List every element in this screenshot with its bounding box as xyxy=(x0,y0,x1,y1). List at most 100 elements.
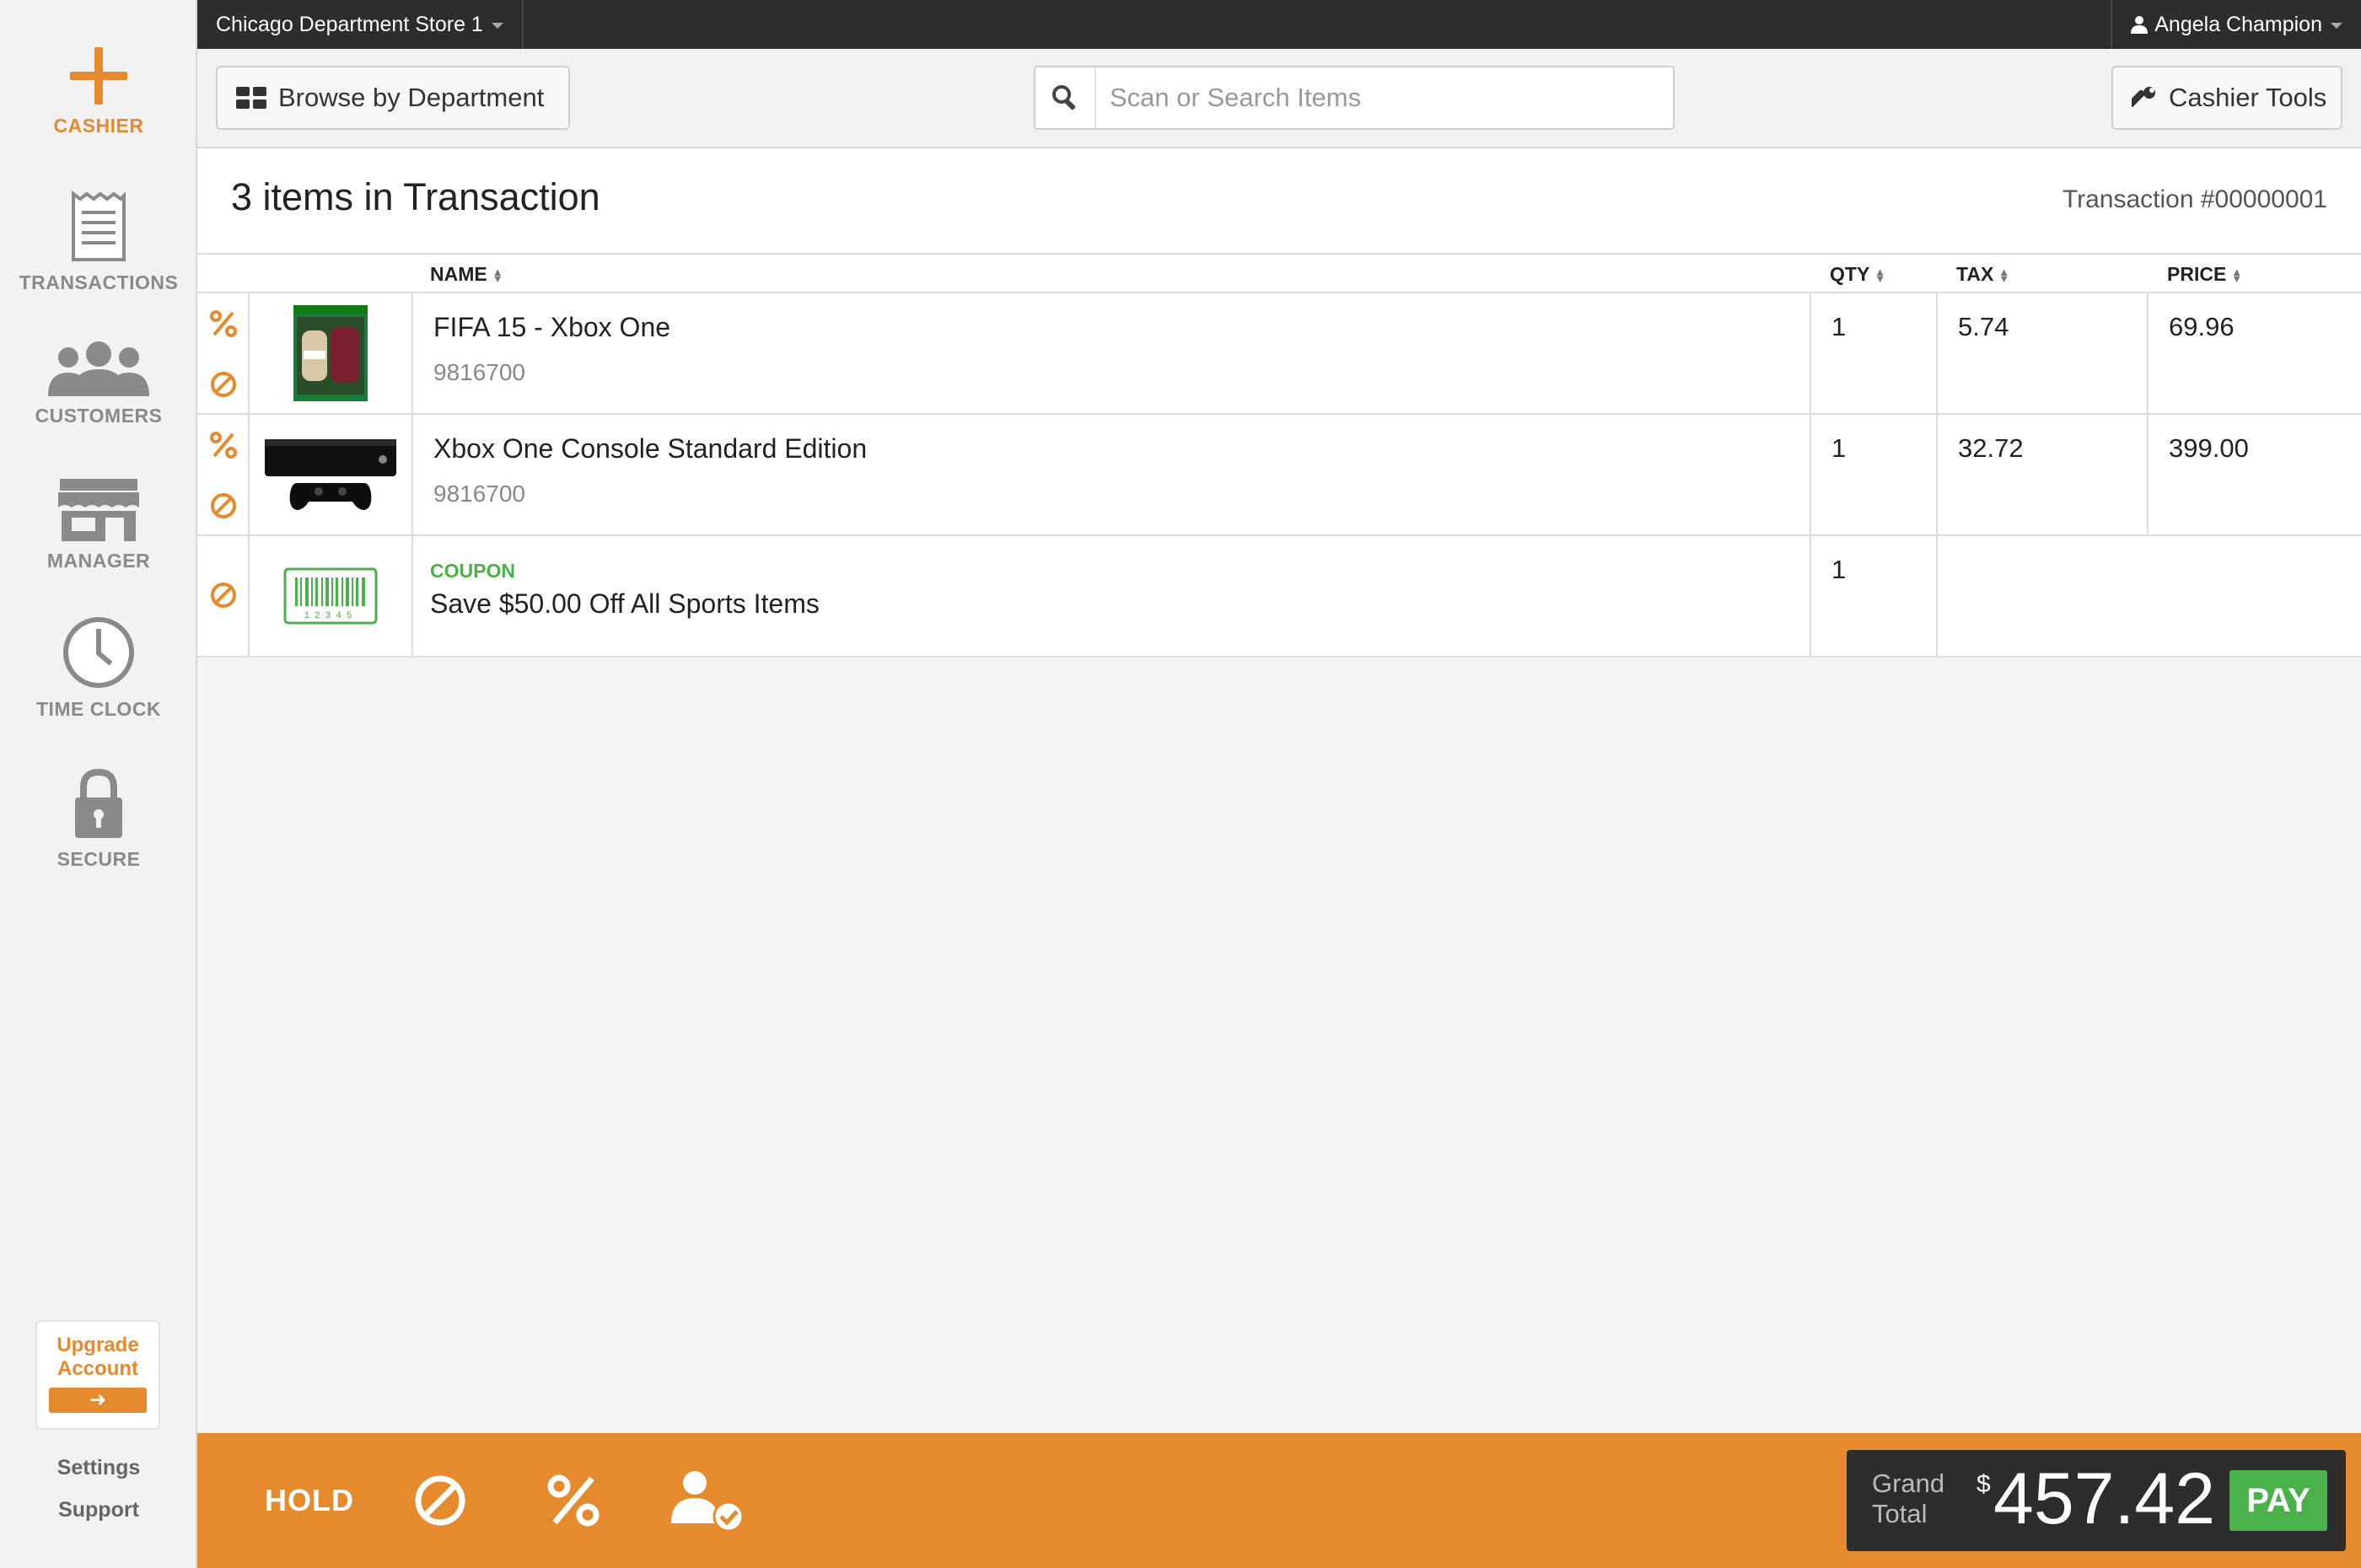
table-row[interactable]: Xbox One Console Standard Edition 981670… xyxy=(197,415,2361,536)
sidebar-item-manager[interactable]: MANAGER xyxy=(0,477,197,572)
void-icon xyxy=(415,1475,465,1526)
user-icon xyxy=(2131,16,2149,34)
chevron-down-icon xyxy=(491,22,503,29)
void-icon[interactable] xyxy=(207,489,240,523)
header-label: NAME xyxy=(430,263,487,285)
arrow-right-icon: ➜ xyxy=(49,1388,147,1413)
product-image: 12345 xyxy=(250,536,413,656)
row-actions xyxy=(197,415,250,534)
void-transaction-button[interactable] xyxy=(413,1433,467,1568)
grid-icon xyxy=(236,87,266,109)
pay-button[interactable]: PAY xyxy=(2229,1470,2327,1531)
qty-cell[interactable]: 1 xyxy=(1811,415,1938,534)
grand-label: Grand xyxy=(1872,1469,1945,1498)
grand-total-amount: 457.42 xyxy=(1993,1458,2216,1539)
sort-icon: ▲ ▼ xyxy=(2231,265,2243,285)
item-name: Save $50.00 Off All Sports Items xyxy=(430,588,820,619)
item-name: Xbox One Console Standard Edition xyxy=(433,433,868,464)
item-name-cell: COUPON Save $50.00 Off All Sports Items xyxy=(413,536,1811,656)
action-bar: HOLD Grand Total $ 457.42 PAY xyxy=(197,1433,2361,1568)
support-link[interactable]: Support xyxy=(0,1498,197,1522)
table-row[interactable]: 12345 COUPON Save $50.00 Off All Sports … xyxy=(197,536,2361,658)
sidebar-item-label: TRANSACTIONS xyxy=(19,271,179,293)
void-icon[interactable] xyxy=(207,578,240,612)
search-box xyxy=(1034,66,1675,130)
transaction-number: Transaction #00000001 xyxy=(2062,185,2327,213)
qty-cell[interactable]: 1 xyxy=(1811,536,1938,656)
currency-symbol: $ xyxy=(1976,1470,1991,1498)
item-tax: 5.74 xyxy=(1958,312,2009,341)
user-check-icon xyxy=(671,1471,745,1532)
item-name-cell: Xbox One Console Standard Edition 981670… xyxy=(413,415,1811,534)
clock-icon xyxy=(63,617,134,688)
item-qty: 1 xyxy=(1831,312,1847,341)
barcode-digits: 12345 xyxy=(304,611,357,621)
sidebar-item-time-clock[interactable]: TIME CLOCK xyxy=(0,615,197,721)
column-header-price[interactable]: PRICE ▲ ▼ xyxy=(2167,255,2242,293)
price-cell[interactable]: 69.96 xyxy=(2149,293,2361,413)
header-label: QTY xyxy=(1830,263,1870,285)
header-label: TAX xyxy=(1956,263,1994,285)
sidebar-item-transactions[interactable]: TRANSACTIONS xyxy=(0,191,197,294)
item-price: 69.96 xyxy=(2169,312,2235,341)
percent-icon[interactable] xyxy=(207,428,240,462)
item-tax: 32.72 xyxy=(1958,433,2024,463)
item-name-cell: FIFA 15 - Xbox One 9816700 xyxy=(413,293,1811,413)
grand-total-label: Grand Total xyxy=(1872,1469,1944,1529)
product-image xyxy=(250,293,413,413)
cashier-tools-label: Cashier Tools xyxy=(2169,83,2327,112)
void-icon[interactable] xyxy=(207,368,240,401)
price-cell[interactable]: 399.00 xyxy=(2149,415,2361,534)
assign-customer-button[interactable] xyxy=(670,1433,747,1568)
sidebar-item-secure[interactable]: SECURE xyxy=(0,769,197,871)
user-menu[interactable]: Angela Champion xyxy=(2111,0,2361,49)
hold-button[interactable]: HOLD xyxy=(265,1433,354,1568)
transaction-header: 3 items in Transaction Transaction #0000… xyxy=(197,148,2361,255)
cashier-tools-button[interactable]: Cashier Tools xyxy=(2111,66,2342,130)
store-icon xyxy=(58,479,139,541)
item-sku: 9816700 xyxy=(433,481,526,507)
column-header-qty[interactable]: QTY ▲ ▼ xyxy=(1830,255,1885,293)
barcode-icon: 12345 xyxy=(283,567,378,625)
tax-cell: 5.74 xyxy=(1938,293,2149,413)
header-label: PRICE xyxy=(2167,263,2227,285)
settings-link[interactable]: Settings xyxy=(0,1456,197,1480)
sidebar-item-label: MANAGER xyxy=(46,550,151,572)
browse-by-department-button[interactable]: Browse by Department xyxy=(216,66,570,130)
receipt-icon xyxy=(72,191,126,261)
sidebar-item-label: CUSTOMERS xyxy=(35,405,163,427)
qty-cell[interactable]: 1 xyxy=(1811,293,1938,413)
tax-cell: 32.72 xyxy=(1938,415,2149,534)
page-title: 3 items in Transaction xyxy=(231,175,600,218)
sidebar-item-cashier[interactable]: CASHIER xyxy=(0,46,197,137)
table-header: NAME ▲ ▼ QTY ▲ ▼ TAX ▲ ▼ PRICE ▲ ▼ xyxy=(197,255,2361,293)
lock-icon xyxy=(75,769,122,838)
transaction-panel: 3 items in Transaction Transaction #0000… xyxy=(197,148,2361,1433)
coupon-label: COUPON xyxy=(430,560,515,582)
store-selector[interactable]: Chicago Department Store 1 xyxy=(197,0,524,49)
upgrade-label-line2: Account xyxy=(57,1357,138,1380)
plus-icon xyxy=(70,47,127,105)
column-header-name[interactable]: NAME ▲ ▼ xyxy=(430,255,503,293)
total-label: Total xyxy=(1872,1499,1928,1528)
console-icon xyxy=(265,439,396,510)
percent-icon[interactable] xyxy=(207,307,240,341)
users-icon xyxy=(48,341,149,396)
percent-icon xyxy=(547,1474,600,1527)
table-row[interactable]: FIFA 15 - Xbox One 9816700 1 5.74 69.96 xyxy=(197,293,2361,415)
sidebar-item-label: TIME CLOCK xyxy=(35,698,162,720)
discount-button[interactable] xyxy=(546,1433,600,1568)
upgrade-account-button[interactable]: Upgrade Account ➜ xyxy=(35,1320,160,1430)
row-actions xyxy=(197,293,250,413)
column-header-tax[interactable]: TAX ▲ ▼ xyxy=(1956,255,2009,293)
sidebar: CASHIER TRANSACTIONS CUSTOMERS MANAGER T… xyxy=(0,0,197,1568)
search-input[interactable] xyxy=(1096,83,1653,113)
game-cover-icon xyxy=(293,305,368,401)
sort-icon: ▲ ▼ xyxy=(1998,265,2010,285)
sidebar-item-customers[interactable]: CUSTOMERS xyxy=(0,341,197,427)
chevron-down-icon xyxy=(2331,22,2342,29)
user-name: Angela Champion xyxy=(2154,13,2322,36)
top-bar: Chicago Department Store 1 Angela Champi… xyxy=(197,0,2361,49)
sidebar-item-label: CASHIER xyxy=(53,115,144,137)
search-icon[interactable] xyxy=(1035,67,1096,128)
